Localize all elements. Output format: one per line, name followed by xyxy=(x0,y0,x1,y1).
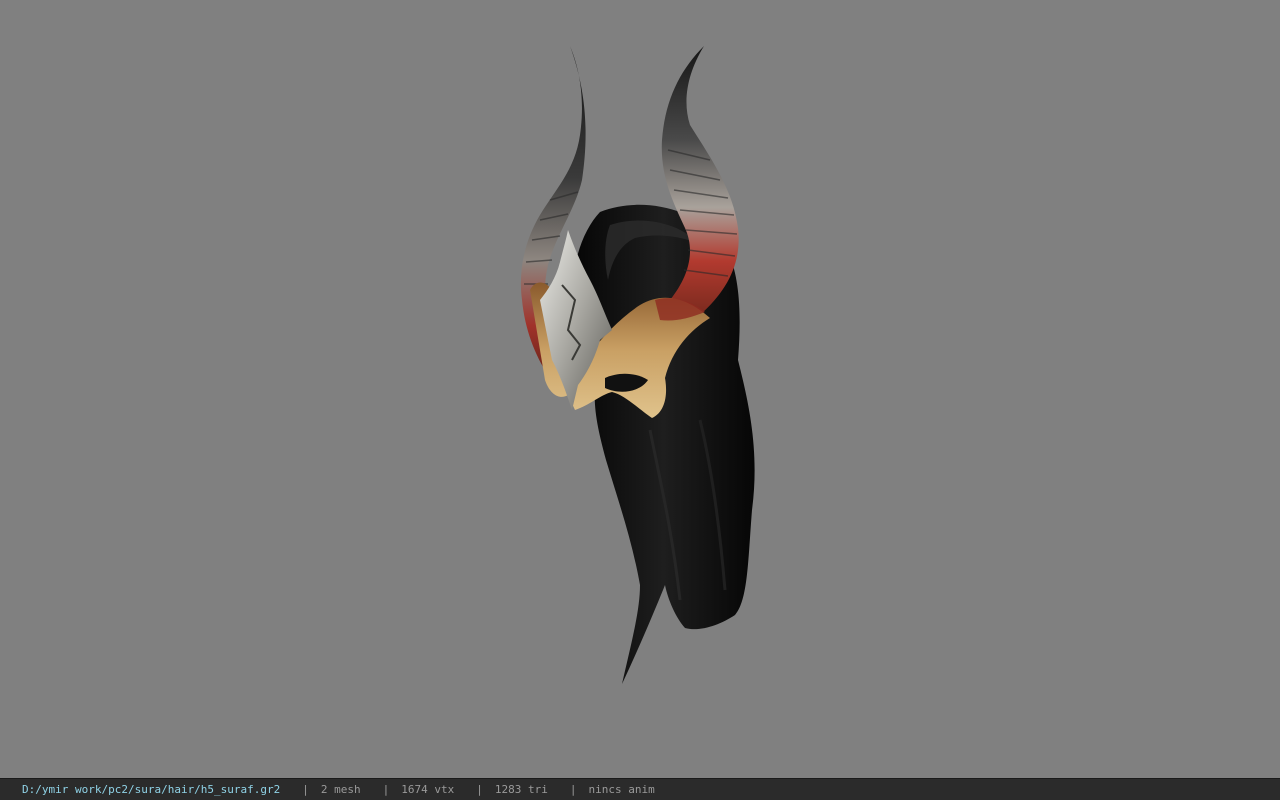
status-anim: nincs anim xyxy=(588,783,655,796)
status-mesh-count: 2 mesh xyxy=(320,783,361,796)
status-separator: | xyxy=(382,783,390,796)
status-separator: | xyxy=(569,783,577,796)
3d-viewport[interactable] xyxy=(0,0,1280,778)
status-bar: D:/ymir work/pc2/sura/hair/h5_suraf.gr2 … xyxy=(0,778,1280,800)
status-vertex-count: 1674 vtx xyxy=(401,783,455,796)
status-separator: | xyxy=(302,783,309,796)
status-separator: | xyxy=(476,783,483,796)
model-render[interactable] xyxy=(0,0,1280,778)
status-triangle-count: 1283 tri xyxy=(494,783,548,796)
status-file-path: D:/ymir work/pc2/sura/hair/h5_suraf.gr2 xyxy=(22,783,281,796)
